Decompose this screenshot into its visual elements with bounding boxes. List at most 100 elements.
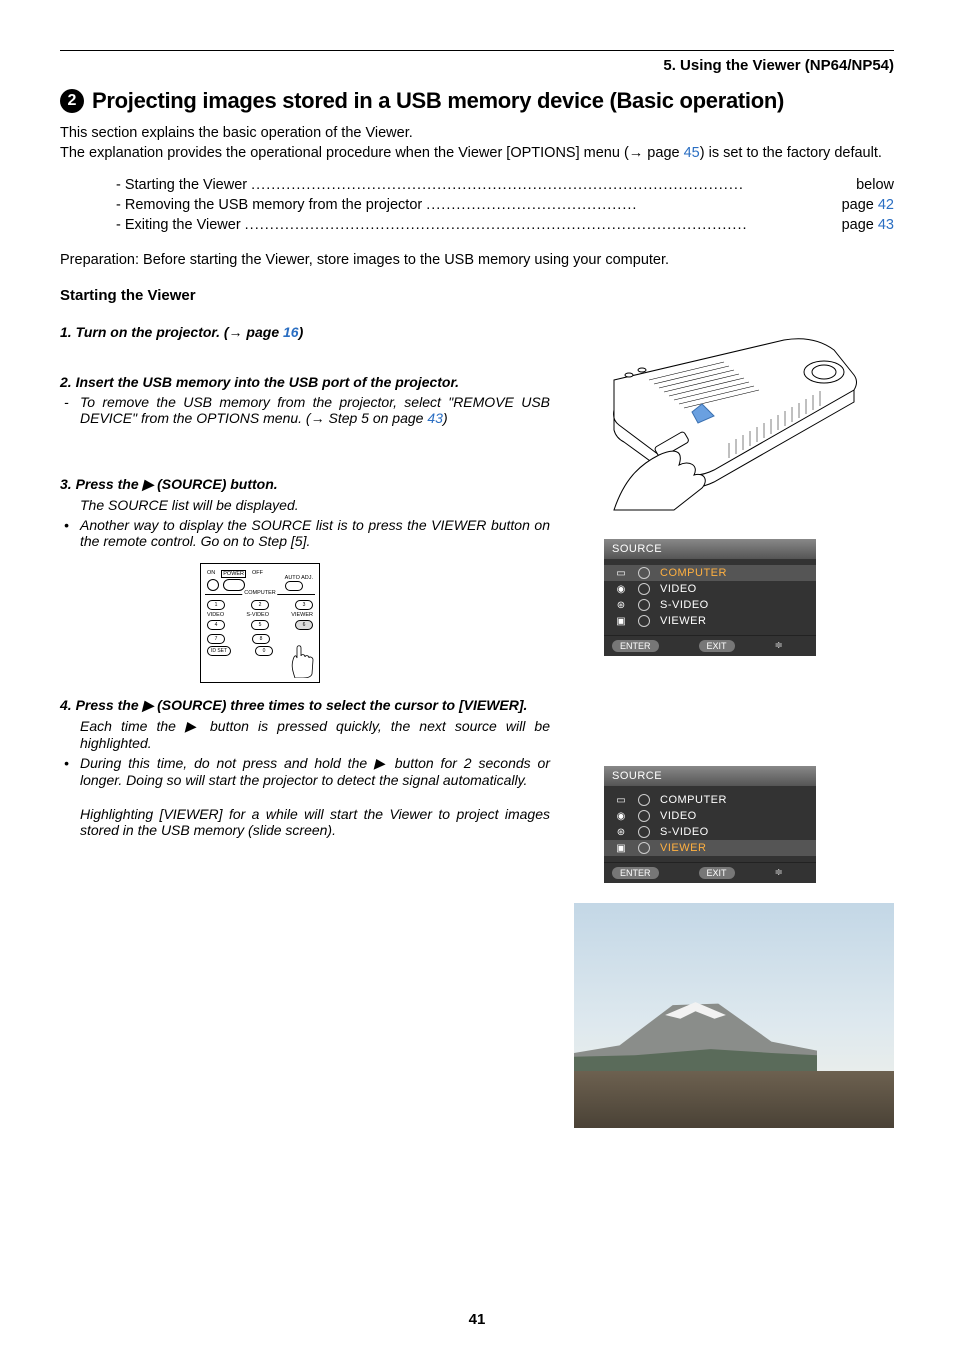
computer3-button: 3 <box>295 600 313 610</box>
enter-button: ENTER <box>612 867 659 879</box>
radio-icon <box>638 842 650 854</box>
slide-photo <box>574 903 894 1128</box>
intro-line2b: page <box>643 145 683 161</box>
source-item-svideo: ⊛ S-VIDEO <box>604 824 816 840</box>
idset-button: ID SET <box>207 646 231 656</box>
source-label: COMPUTER <box>660 567 806 579</box>
toc-label: - Exiting the Viewer <box>116 217 241 233</box>
source-menu-title: SOURCE <box>604 539 816 559</box>
radio-icon <box>638 599 650 611</box>
remote-illustration: ONPOWEROFF AUTO ADJ. COMPUTER 1 2 3 <box>200 563 320 683</box>
source-label: VIEWER <box>660 842 806 854</box>
header-rule <box>60 50 894 51</box>
exit-button: EXIT <box>699 867 735 879</box>
radio-icon <box>638 826 650 838</box>
toc-page: below <box>856 177 894 193</box>
exit-button: EXIT <box>699 640 735 652</box>
step-3: 3. Press the ▶ (SOURCE) button. <box>60 476 550 493</box>
computer1-button: 1 <box>207 600 225 610</box>
page-link-16[interactable]: 16 <box>283 324 299 340</box>
radio-icon <box>638 583 650 595</box>
updown-icon: ≑ <box>775 640 783 651</box>
toc-row-starting: - Starting the Viewer ..................… <box>116 177 894 193</box>
section-number-badge: 2 <box>60 89 84 113</box>
source-label: S-VIDEO <box>660 826 806 838</box>
video-icon: ◉ <box>614 811 628 821</box>
intro-line2a: The explanation provides the operational… <box>60 145 629 161</box>
chapter-header: 5. Using the Viewer (NP64/NP54) <box>60 57 894 74</box>
svideo-icon: ⊛ <box>614 827 628 837</box>
source-label: S-VIDEO <box>660 599 806 611</box>
toc-page: page 42 <box>842 197 894 213</box>
step-4-note2: Highlighting [VIEWER] for a while will s… <box>80 806 550 838</box>
arrow-icon: → <box>311 410 325 426</box>
toc-label: - Starting the Viewer <box>116 177 247 193</box>
source-menu-title: SOURCE <box>604 766 816 786</box>
btn-0: 0 <box>255 646 273 656</box>
radio-icon <box>638 794 650 806</box>
power-on-button <box>207 579 219 591</box>
toc-row-exiting: - Exiting the Viewer ...................… <box>116 217 894 233</box>
source-item-svideo: ⊛ S-VIDEO <box>604 597 816 613</box>
auto-adj-button <box>285 581 303 591</box>
page-link-43[interactable]: 43 <box>878 217 894 233</box>
toc-page: page 43 <box>842 217 894 233</box>
page-link-42[interactable]: 42 <box>878 197 894 213</box>
source-item-computer: ▭ COMPUTER <box>604 565 816 581</box>
source-item-video: ◉ VIDEO <box>604 581 816 597</box>
intro-line1: This section explains the basic operatio… <box>60 125 413 141</box>
intro-text: This section explains the basic operatio… <box>60 124 894 163</box>
enter-button: ENTER <box>612 640 659 652</box>
video-button: 4 <box>207 620 225 630</box>
svideo-icon: ⊛ <box>614 600 628 610</box>
toc-leader: ........................................… <box>426 197 837 213</box>
page-number: 41 <box>0 1311 954 1328</box>
source-label: COMPUTER <box>660 794 806 806</box>
source-item-computer: ▭ COMPUTER <box>604 792 816 808</box>
arrow-icon: → <box>229 324 243 340</box>
page-link-43b[interactable]: 43 <box>427 410 443 426</box>
radio-icon <box>638 567 650 579</box>
step-2: 2. Insert the USB memory into the USB po… <box>60 374 550 390</box>
viewer-icon: ▣ <box>614 843 628 853</box>
step-3-bullet: Another way to display the SOURCE list i… <box>60 517 550 549</box>
source-menu-1: SOURCE ▭ COMPUTER ◉ VIDEO ⊛ <box>604 539 816 656</box>
arrow-icon: → <box>629 145 644 161</box>
source-item-viewer: ▣ VIEWER <box>604 840 816 856</box>
toc-list: - Starting the Viewer ..................… <box>116 177 894 233</box>
step-4: 4. Press the ▶ (SOURCE) three times to s… <box>60 697 550 714</box>
radio-icon <box>638 615 650 627</box>
source-label: VIDEO <box>660 810 806 822</box>
computer-icon: ▭ <box>614 568 628 578</box>
source-label: VIEWER <box>660 615 806 627</box>
computer-icon: ▭ <box>614 795 628 805</box>
starting-heading: Starting the Viewer <box>60 287 894 304</box>
source-item-viewer: ▣ VIEWER <box>604 613 816 629</box>
step-2-note: To remove the USB memory from the projec… <box>60 394 550 426</box>
updown-icon: ≑ <box>775 867 783 878</box>
viewer-button: 6 <box>295 620 313 630</box>
btn-7: 7 <box>207 634 225 644</box>
page-link-45[interactable]: 45 <box>684 145 700 161</box>
source-item-video: ◉ VIDEO <box>604 808 816 824</box>
section-title-text: Projecting images stored in a USB memory… <box>92 88 784 114</box>
step-4-note1: Each time the ▶ button is pressed quickl… <box>80 718 550 751</box>
toc-label: - Removing the USB memory from the proje… <box>116 197 422 213</box>
toc-leader: ........................................… <box>251 177 852 193</box>
step-3-note: The SOURCE list will be displayed. <box>80 497 550 513</box>
step-4-bullet: During this time, do not press and hold … <box>60 755 550 788</box>
step-1: 1. Turn on the projector. (→ page 16) <box>60 324 550 340</box>
projector-illustration <box>574 320 894 520</box>
svideo-button: 5 <box>251 620 269 630</box>
computer2-button: 2 <box>251 600 269 610</box>
viewer-icon: ▣ <box>614 616 628 626</box>
toc-row-removing: - Removing the USB memory from the proje… <box>116 197 894 213</box>
source-menu-2: SOURCE ▭ COMPUTER ◉ VIDEO ⊛ <box>604 766 816 883</box>
toc-leader: ........................................… <box>245 217 838 233</box>
btn-8: 8 <box>252 634 270 644</box>
preparation-text: Preparation: Before starting the Viewer,… <box>60 251 894 271</box>
hand-pointer-icon <box>287 644 315 678</box>
video-icon: ◉ <box>614 584 628 594</box>
radio-icon <box>638 810 650 822</box>
section-title: 2 Projecting images stored in a USB memo… <box>60 88 894 114</box>
